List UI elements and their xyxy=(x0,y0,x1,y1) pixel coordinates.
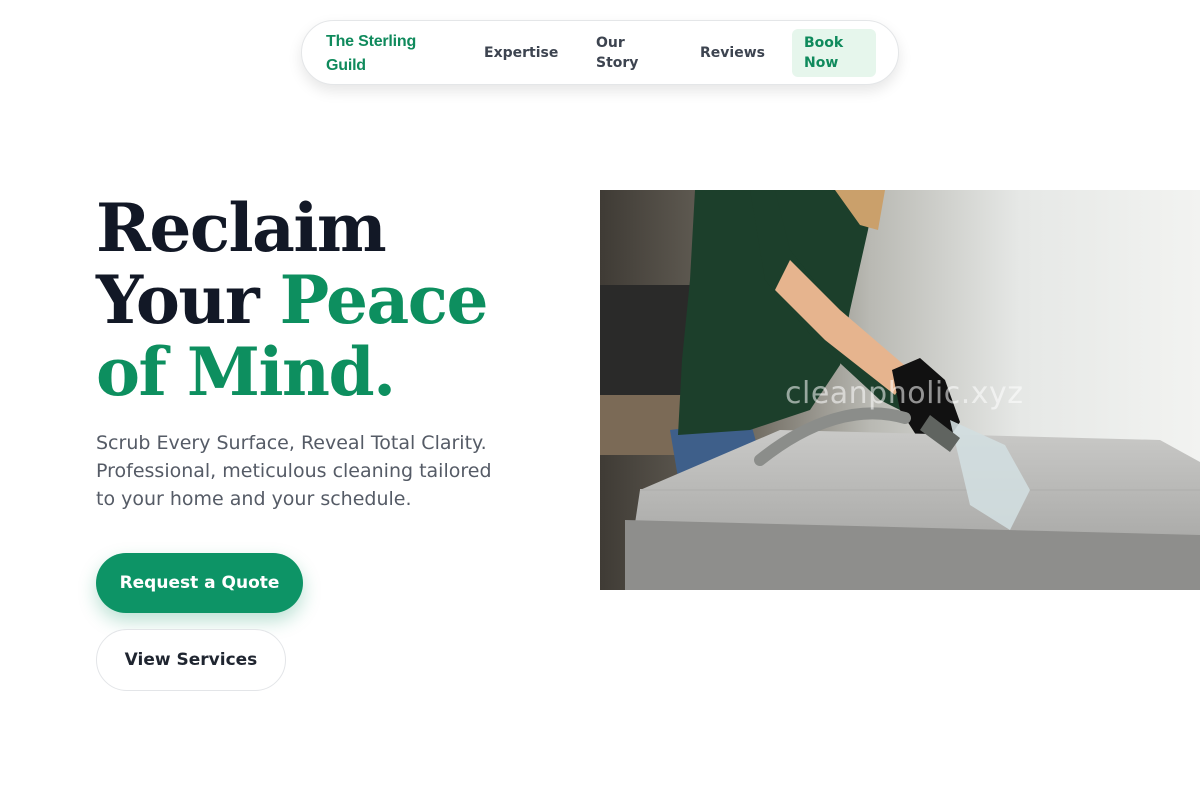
nav-link-reviews[interactable]: Reviews xyxy=(700,43,765,63)
hero-title: Reclaim Your Peace of Mind. xyxy=(96,192,536,408)
hero-title-accent-peace: Peace xyxy=(279,261,489,339)
hero-subtitle: Scrub Every Surface, Reveal Total Clarit… xyxy=(96,432,492,510)
request-quote-button[interactable]: Request a Quote xyxy=(96,553,303,613)
image-watermark: cleanpholic.xyz xyxy=(785,376,1024,411)
hero-title-line-1: Reclaim xyxy=(96,189,387,267)
hero-cleaning-photo: cleanpholic.xyz xyxy=(600,190,1200,590)
book-now-button[interactable]: Book Now xyxy=(792,29,876,77)
hero-title-accent-of-mind: of Mind. xyxy=(96,333,396,411)
nav-link-our-story[interactable]: Our Story xyxy=(596,33,656,73)
brand-logo-text[interactable]: The Sterling Guild xyxy=(326,30,444,78)
nav-link-expertise[interactable]: Expertise xyxy=(484,43,558,63)
top-navigation: The Sterling Guild Expertise Our Story R… xyxy=(301,20,899,85)
hero-title-line-2: Your xyxy=(96,261,280,339)
view-services-button[interactable]: View Services xyxy=(96,629,286,691)
